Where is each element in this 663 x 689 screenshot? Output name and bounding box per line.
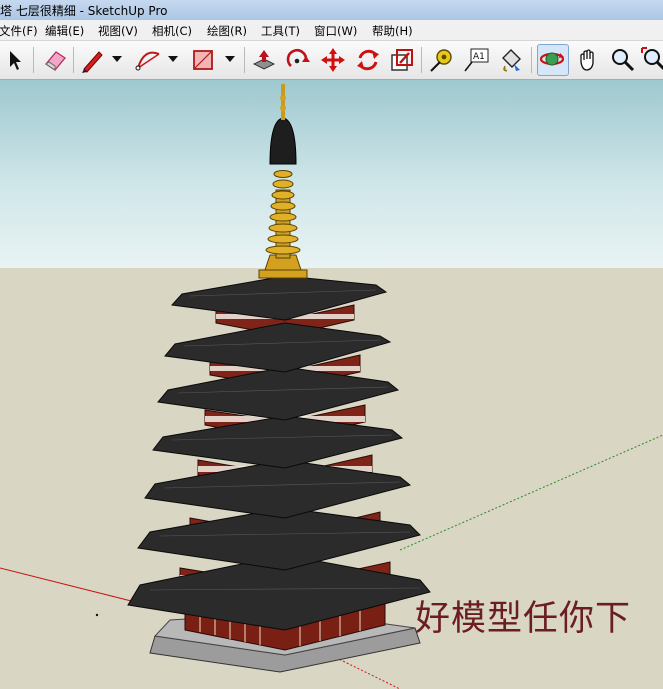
menu-camera[interactable]: 相机(C) bbox=[152, 23, 192, 39]
move-icon[interactable] bbox=[319, 46, 347, 74]
title-bar: 塔 七层很精细 - SketchUp Pro bbox=[0, 0, 663, 21]
arc-dropdown-icon[interactable] bbox=[168, 56, 178, 62]
arc-icon[interactable] bbox=[134, 46, 162, 74]
menu-draw[interactable]: 绘图(R) bbox=[207, 23, 247, 39]
rotate-icon[interactable] bbox=[354, 46, 382, 74]
select-arrow-icon[interactable] bbox=[1, 46, 29, 74]
eraser-icon[interactable] bbox=[41, 46, 69, 74]
menu-help[interactable]: 帮助(H) bbox=[372, 23, 413, 39]
toolbar-separator bbox=[421, 47, 422, 73]
rectangle-icon[interactable] bbox=[189, 46, 217, 74]
toolbar-separator bbox=[73, 47, 74, 73]
paint-bucket-icon[interactable] bbox=[497, 46, 525, 74]
green-axis-line bbox=[399, 434, 663, 551]
model-viewport[interactable]: 好模型任你下 bbox=[0, 80, 663, 689]
pencil-dropdown-icon[interactable] bbox=[112, 56, 122, 62]
push-pull-icon[interactable] bbox=[250, 46, 278, 74]
tape-measure-icon[interactable] bbox=[427, 46, 455, 74]
pagoda-roofs bbox=[127, 275, 431, 631]
zoom-extents-icon[interactable] bbox=[640, 46, 663, 74]
scale-icon[interactable] bbox=[388, 46, 416, 74]
watermark-text: 好模型任你下 bbox=[415, 599, 632, 639]
menu-file[interactable]: 文件(F) bbox=[0, 23, 38, 39]
text-label-icon[interactable]: A1 bbox=[462, 46, 490, 74]
follow-me-icon[interactable] bbox=[284, 46, 312, 74]
pencil-line-icon[interactable] bbox=[79, 46, 107, 74]
main-toolbar: A1 bbox=[0, 41, 663, 80]
menu-edit[interactable]: 编辑(E) bbox=[45, 23, 84, 39]
menu-bar: 文件(F) 编辑(E) 视图(V) 相机(C) 绘图(R) 工具(T) 窗口(W… bbox=[0, 20, 663, 41]
menu-tools[interactable]: 工具(T) bbox=[261, 23, 300, 39]
toolbar-separator bbox=[244, 47, 245, 73]
window-title: 塔 七层很精细 - SketchUp Pro bbox=[0, 4, 168, 18]
menu-window[interactable]: 窗口(W) bbox=[314, 23, 357, 39]
menu-view[interactable]: 视图(V) bbox=[98, 23, 138, 39]
toolbar-separator bbox=[531, 47, 532, 73]
text-tool-glyph: A1 bbox=[473, 52, 485, 62]
pagoda-spire bbox=[258, 84, 308, 279]
rectangle-dropdown-icon[interactable] bbox=[225, 56, 235, 62]
zoom-icon[interactable] bbox=[608, 46, 636, 74]
toolbar-separator bbox=[33, 47, 34, 73]
orbit-icon[interactable] bbox=[537, 44, 569, 76]
pan-hand-icon[interactable] bbox=[574, 46, 602, 74]
